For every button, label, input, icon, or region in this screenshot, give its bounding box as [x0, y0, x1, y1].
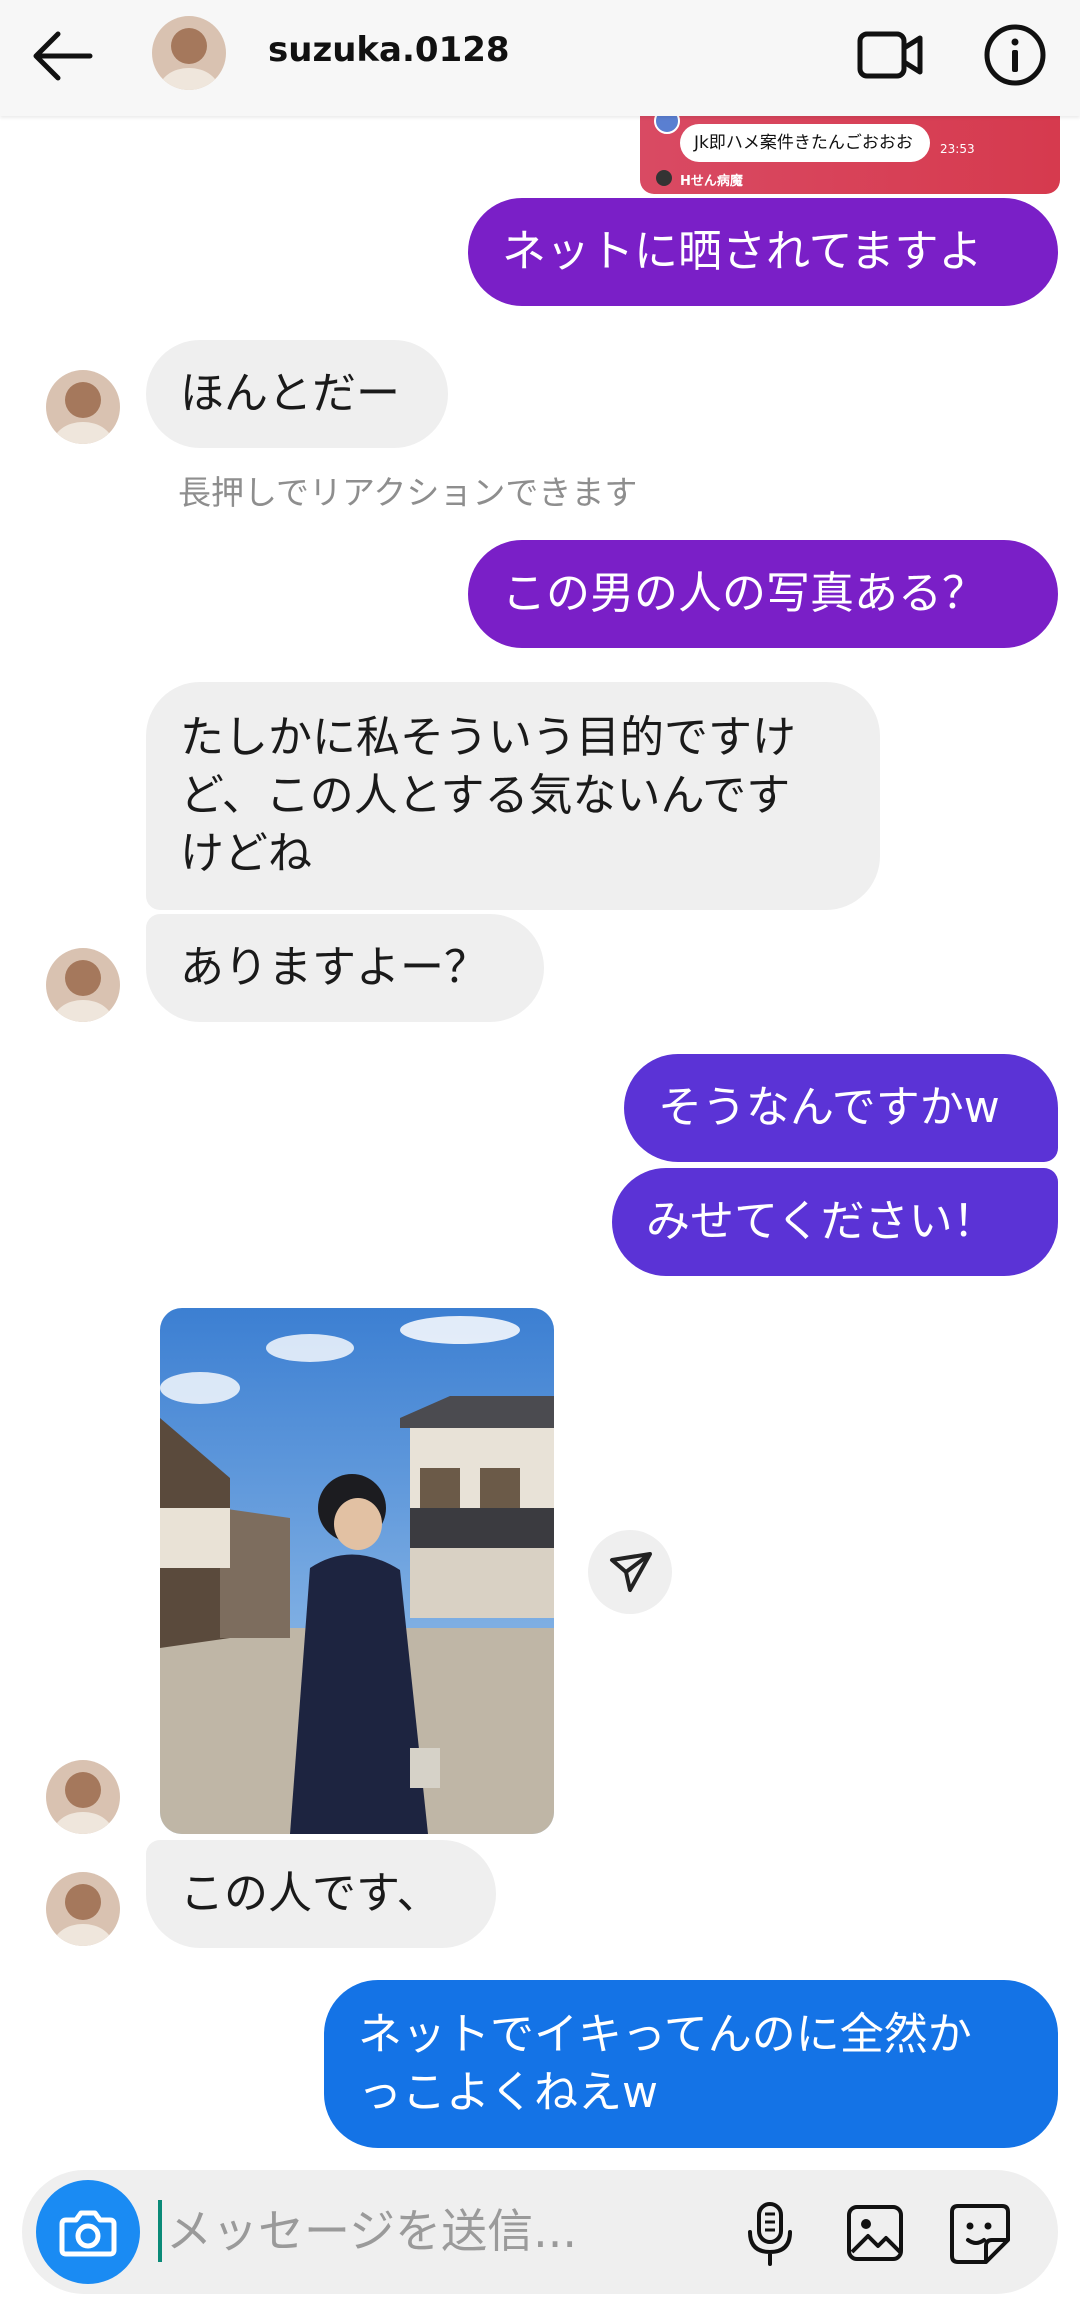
back-arrow-icon[interactable]	[28, 26, 98, 86]
message-bubble[interactable]: ネットに晒されてますよ	[468, 198, 1058, 306]
reaction-hint: 長押しでリアクションできます	[178, 473, 638, 512]
avatar[interactable]	[46, 370, 120, 444]
message-text: この人です、	[180, 1868, 441, 1919]
message-bubble[interactable]: ありますよー？	[146, 914, 544, 1022]
message-text: ネットに晒されてますよ	[502, 226, 983, 277]
message-text: みせてください！	[646, 1196, 997, 1247]
avatar	[656, 170, 672, 186]
share-icon[interactable]	[588, 1530, 672, 1614]
message-text-line: けどね	[180, 828, 312, 879]
message-bubble[interactable]: ほんとだー	[146, 340, 448, 448]
username-title[interactable]: suzuka.0128	[268, 30, 510, 70]
shared-post-preview[interactable]: Jk即ハメ案件きたんごおおお 23:53 Hせん病魔	[640, 104, 1060, 194]
message-bubble[interactable]: たしかに私そういう目的ですけ ど、この人とする気ないんです けどね	[146, 682, 880, 910]
avatar[interactable]	[46, 1760, 120, 1834]
camera-icon[interactable]	[36, 2180, 140, 2284]
avatar[interactable]	[46, 1872, 120, 1946]
message-bubble[interactable]: みせてください！	[612, 1168, 1058, 1276]
message-text: ほんとだー	[180, 368, 400, 419]
text-cursor	[158, 2200, 162, 2262]
avatar[interactable]	[46, 948, 120, 1022]
message-input[interactable]	[164, 2196, 708, 2266]
microphone-icon[interactable]	[744, 2200, 796, 2268]
message-bubble[interactable]: ネットでイキってんのに全然か っこよくねえw	[324, 1980, 1058, 2148]
video-call-icon[interactable]	[856, 24, 926, 86]
shared-post-time: 23:53	[940, 142, 975, 156]
gallery-icon[interactable]	[844, 2202, 906, 2264]
chat-header: suzuka.0128	[0, 0, 1080, 116]
message-bubble[interactable]: そうなんですかw	[624, 1054, 1058, 1162]
avatar[interactable]	[152, 16, 226, 90]
message-text-line: ど、この人とする気ないんです	[180, 770, 791, 821]
info-icon[interactable]	[982, 22, 1048, 88]
message-text: そうなんですかw	[658, 1082, 1000, 1133]
shared-post-text: Jk即ハメ案件きたんごおおお	[680, 124, 930, 162]
message-text: この男の人の写真ある？	[502, 568, 986, 619]
message-bubble[interactable]: この男の人の写真ある？	[468, 540, 1058, 648]
message-text-line: たしかに私そういう目的ですけ	[180, 712, 796, 763]
message-text-line: っこよくねえw	[358, 2067, 658, 2118]
sticker-icon[interactable]	[946, 2200, 1014, 2268]
shared-post-name: Hせん病魔	[680, 174, 743, 189]
message-bubble[interactable]: この人です、	[146, 1840, 496, 1948]
photo-message[interactable]	[160, 1308, 554, 1834]
message-text: ありますよー？	[180, 942, 488, 993]
message-text-line: ネットでイキってんのに全然か	[358, 2009, 972, 2060]
